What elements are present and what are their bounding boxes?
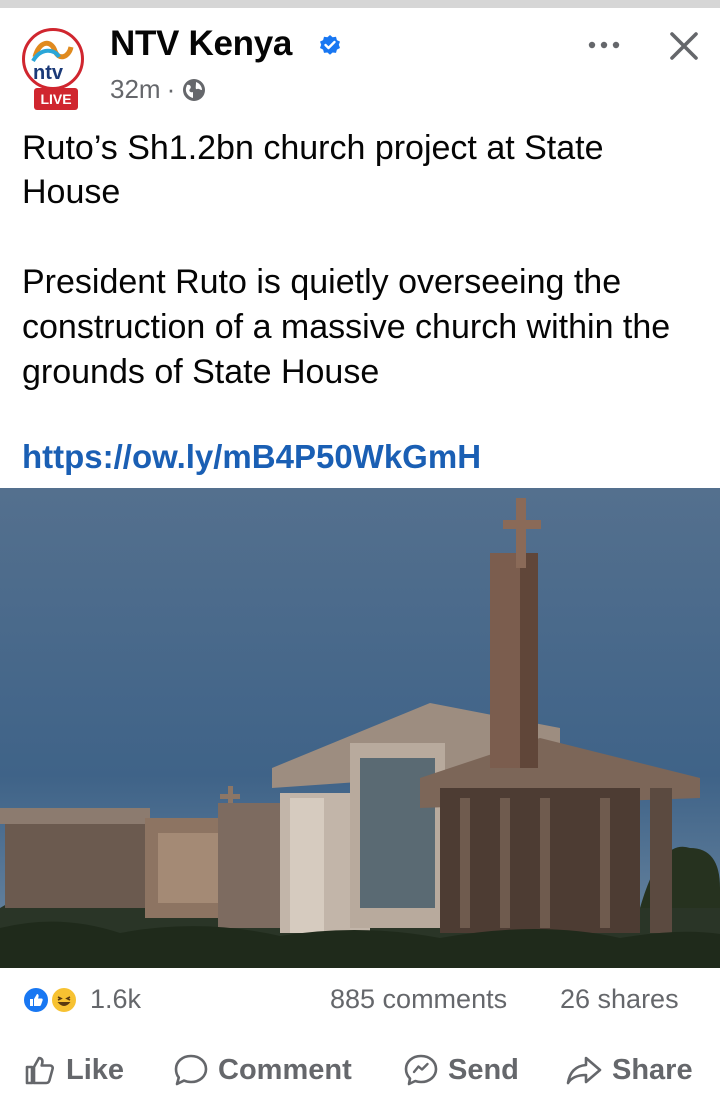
messenger-icon — [404, 1054, 438, 1086]
meta-separator: · — [166, 74, 176, 104]
globe-icon — [183, 78, 206, 101]
like-button[interactable]: Like — [22, 1048, 124, 1092]
comments-count[interactable]: 885 comments — [330, 984, 507, 1015]
avatar[interactable]: ntv LIVE — [22, 28, 86, 110]
close-icon[interactable] — [664, 26, 704, 66]
more-options-icon[interactable] — [584, 30, 624, 60]
post-body: President Ruto is quietly overseeing the… — [22, 263, 671, 391]
live-badge: LIVE — [34, 88, 78, 110]
comment-label: Comment — [218, 1053, 352, 1086]
page-name[interactable]: NTV Kenya — [110, 24, 292, 64]
svg-text:ntv: ntv — [33, 62, 64, 84]
like-reaction-icon[interactable] — [22, 986, 50, 1014]
post-meta: 32m · — [110, 74, 207, 105]
share-arrow-icon — [566, 1056, 602, 1085]
shares-count[interactable]: 26 shares — [560, 984, 679, 1015]
post-time[interactable]: 32m — [110, 74, 161, 105]
reactions-count[interactable]: 1.6k — [90, 984, 141, 1015]
like-label: Like — [66, 1053, 125, 1086]
post-link[interactable]: https://ow.ly/mB4P50WkGmH — [22, 438, 481, 476]
comment-button[interactable]: Comment — [172, 1048, 352, 1092]
ntv-logo: ntv — [22, 28, 84, 90]
share-label: Share — [612, 1053, 693, 1086]
haha-reaction-icon[interactable] — [50, 986, 78, 1014]
send-label: Send — [448, 1053, 519, 1086]
thumbs-up-icon — [25, 1056, 54, 1085]
action-bar: Like Comment Send Share — [0, 1048, 720, 1098]
comment-bubble-icon — [174, 1054, 208, 1086]
top-edge-bar — [0, 0, 720, 8]
verified-badge-icon — [320, 35, 340, 55]
post-image[interactable] — [0, 488, 720, 968]
post-headline: Ruto’s Sh1.2bn church project at State H… — [22, 129, 604, 211]
share-button[interactable]: Share — [564, 1048, 693, 1092]
engagement-stats: 1.6k 885 comments 26 shares — [0, 980, 720, 1022]
send-button[interactable]: Send — [402, 1048, 519, 1092]
